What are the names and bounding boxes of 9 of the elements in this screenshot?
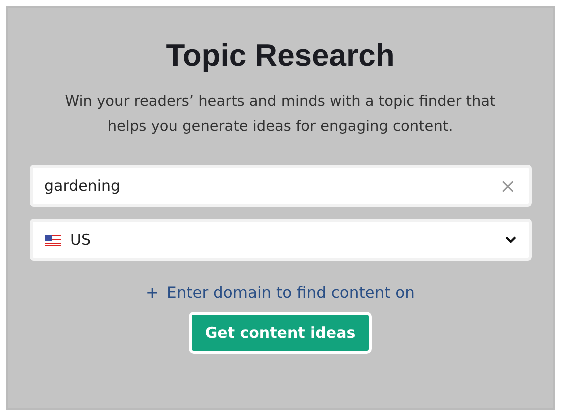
description: Win your readers’ hearts and minds with a topic finder that helps you generate ideas for engaging content.: [64, 93, 497, 137]
page-title: Topic Research: [166, 38, 395, 74]
get-content-ideas-button[interactable]: Get content ideas: [189, 312, 372, 354]
search-field[interactable]: gardening ×: [30, 165, 532, 207]
add-domain-link[interactable]: + Enter domain to find content on: [146, 284, 415, 302]
close-icon[interactable]: ×: [500, 174, 516, 198]
chevron-down-icon: [504, 236, 516, 244]
country-select[interactable]: US: [30, 219, 532, 261]
us-flag-icon: [44, 234, 60, 246]
